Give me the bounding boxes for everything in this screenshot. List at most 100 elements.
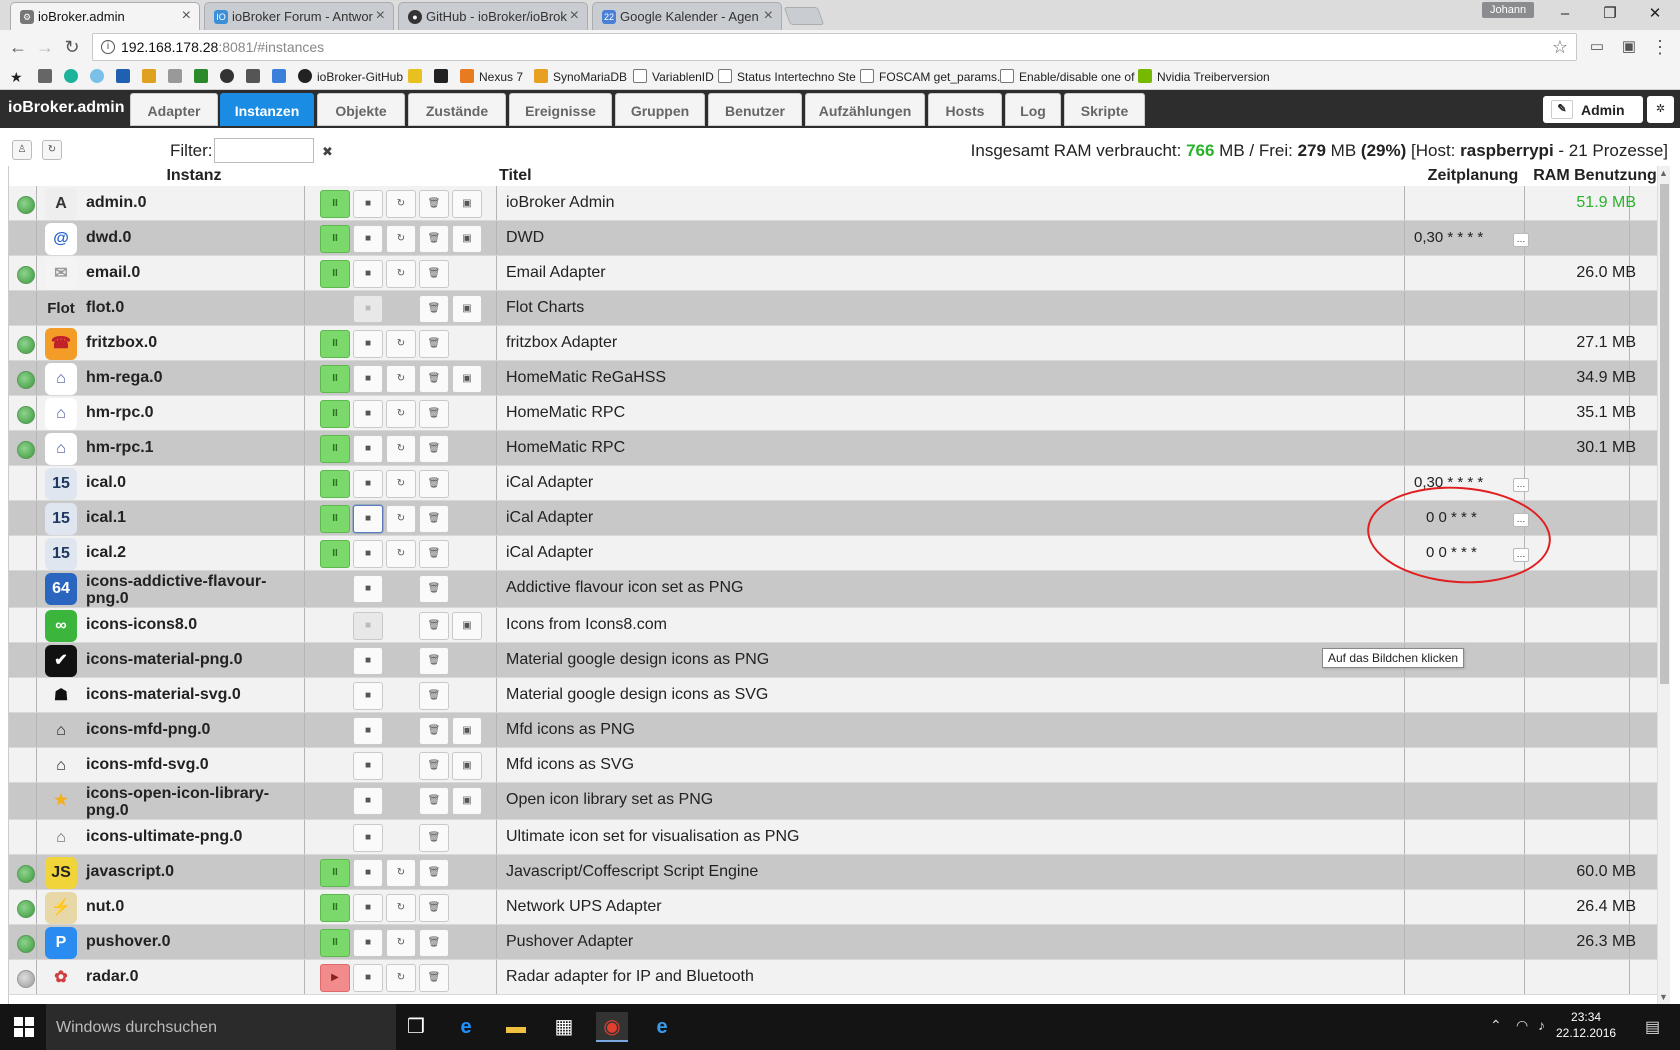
house-icon[interactable]: ⌂ — [45, 750, 77, 782]
tab-aufzaehlungen[interactable]: Aufzählungen — [805, 93, 925, 126]
settings-button[interactable]: ■ — [353, 225, 383, 253]
volume-icon[interactable]: ♪ — [1538, 1017, 1545, 1033]
image-button[interactable]: ▣ — [452, 752, 482, 780]
minimize-icon[interactable]: – — [1550, 3, 1580, 25]
pause-button[interactable]: II — [320, 435, 350, 463]
bookmark-icon[interactable] — [168, 69, 182, 83]
close-tab-icon[interactable]: × — [182, 7, 191, 25]
info-icon[interactable]: i — [101, 40, 115, 54]
edge-icon[interactable]: e — [450, 1012, 482, 1042]
browser-tab-github[interactable]: ● GitHub - ioBroker/ioBrok × — [398, 2, 588, 30]
column-header-schedule[interactable]: Zeitplanung — [1411, 167, 1535, 185]
clear-filter-icon[interactable]: ✖ — [322, 144, 333, 160]
bookmark-foscam[interactable]: FOSCAM get_params. — [860, 69, 1000, 84]
imdb-icon[interactable] — [408, 69, 422, 83]
pause-button[interactable]: II — [320, 225, 350, 253]
delete-button[interactable]: 🗑 — [419, 717, 449, 745]
column-header-instance[interactable]: Instanz — [9, 167, 379, 185]
table-row[interactable]: JS javascript.0 II ■ ↻ 🗑 Javascript/Coffescrip… — [9, 855, 1657, 890]
forward-icon[interactable]: → — [33, 35, 57, 59]
column-header-title[interactable]: Titel — [499, 167, 532, 185]
restart-button[interactable]: ↻ — [386, 964, 416, 992]
delete-button[interactable]: 🗑 — [419, 365, 449, 393]
pushover-icon[interactable]: P — [45, 927, 77, 959]
restore-icon[interactable]: ❐ — [1595, 3, 1625, 25]
restart-button[interactable]: ↻ — [386, 330, 416, 358]
restart-button[interactable]: ↻ — [386, 260, 416, 288]
pause-button[interactable]: II — [320, 505, 350, 533]
delete-button[interactable]: 🗑 — [419, 612, 449, 640]
calendar-icon[interactable]: 15 — [45, 538, 77, 570]
pause-button[interactable]: II — [320, 400, 350, 428]
browser-tab-iobroker-admin[interactable]: ⚙ ioBroker.admin × — [10, 2, 200, 30]
edit-schedule-button[interactable]: … — [1513, 233, 1529, 247]
browser-tab-forum[interactable]: IO ioBroker Forum - Antwor × — [204, 2, 394, 30]
bookmark-status-intertechno[interactable]: Status Intertechno Ste — [718, 69, 856, 84]
delete-button[interactable]: 🗑 — [419, 540, 449, 568]
settings-button[interactable]: ■ — [353, 752, 383, 780]
image-button[interactable]: ▣ — [452, 787, 482, 815]
settings-button-disabled[interactable]: ■ — [353, 612, 383, 640]
bookmark-icon[interactable] — [246, 69, 260, 83]
settings-button[interactable]: ■ — [353, 682, 383, 710]
address-bar[interactable]: i 192.168.178.28:8081/#instances ☆ — [92, 33, 1577, 61]
bookmark-icon[interactable] — [116, 69, 130, 83]
image-button[interactable]: ▣ — [452, 190, 482, 218]
close-tab-icon[interactable]: × — [376, 7, 385, 25]
table-row[interactable]: ⌂ icons-ultimate-png.0 ■ 🗑 Ultimate icon set… — [9, 820, 1657, 855]
settings-button[interactable]: ■ — [353, 647, 383, 675]
delete-button[interactable]: 🗑 — [419, 295, 449, 323]
calendar-icon[interactable]: 15 — [45, 468, 77, 500]
table-row[interactable]: 64 icons-addictive-flavour-png.0 ■ 🗑 Addicti… — [9, 571, 1657, 608]
restart-button[interactable]: ↻ — [386, 400, 416, 428]
table-row[interactable]: ∞ icons-icons8.0 ■ 🗑 ▣ Icons from Icons8.com — [9, 608, 1657, 643]
settings-button-disabled[interactable]: ■ — [353, 295, 383, 323]
bookmark-enable-disable[interactable]: Enable/disable one of — [1000, 69, 1134, 84]
scroll-up-icon[interactable]: ▲ — [1659, 168, 1668, 178]
bookmark-star-icon[interactable]: ☆ — [1552, 37, 1568, 58]
bookmark-icon[interactable] — [90, 69, 104, 83]
house-icon[interactable]: ⌂ — [45, 715, 77, 747]
tab-log[interactable]: Log — [1005, 93, 1061, 126]
settings-button[interactable]: ■ — [353, 964, 383, 992]
homematic-icon[interactable]: ⌂ — [45, 433, 77, 465]
delete-button[interactable]: 🗑 — [419, 859, 449, 887]
shield-icon[interactable]: 64 — [45, 573, 77, 605]
delete-button[interactable]: 🗑 — [419, 752, 449, 780]
delete-button[interactable]: 🗑 — [419, 190, 449, 218]
table-row[interactable]: ⌂ hm-rega.0 II ■ ↻ 🗑 ▣ HomeMatic ReGaHSS 34.9 MB — [9, 361, 1657, 396]
refresh-icon[interactable]: ↻ — [42, 140, 62, 160]
pause-button[interactable]: II — [320, 365, 350, 393]
admin-user-button[interactable]: ✎ Admin — [1543, 96, 1643, 123]
bookmark-synomariadb[interactable]: SynoMariaDB — [534, 69, 627, 84]
restart-button[interactable]: ↻ — [386, 929, 416, 957]
reload-icon[interactable]: ↻ — [60, 35, 84, 59]
back-icon[interactable]: ← — [6, 35, 30, 59]
pause-button[interactable]: II — [320, 260, 350, 288]
pause-button[interactable]: II — [320, 894, 350, 922]
pause-button[interactable]: II — [320, 540, 350, 568]
settings-button[interactable]: ■ — [353, 859, 383, 887]
settings-button[interactable]: ■ — [353, 575, 383, 603]
scroll-down-icon[interactable]: ▼ — [1659, 992, 1668, 1002]
settings-gear-button[interactable]: ✲ — [1647, 96, 1674, 123]
extension-icon[interactable]: ▣ — [1617, 35, 1641, 59]
settings-button[interactable]: ■ — [353, 330, 383, 358]
pause-button[interactable]: II — [320, 190, 350, 218]
delete-button[interactable]: 🗑 — [419, 330, 449, 358]
calendar-icon[interactable]: 15 — [45, 503, 77, 535]
delete-button[interactable]: 🗑 — [419, 260, 449, 288]
close-tab-icon[interactable]: × — [570, 7, 579, 25]
bookmark-nvidia[interactable]: Nvidia Treiberversion — [1138, 69, 1270, 84]
weather-icon[interactable]: @ — [45, 223, 77, 255]
pause-button[interactable]: II — [320, 470, 350, 498]
bookmarks-star-icon[interactable]: ★ — [10, 69, 23, 86]
flot-icon[interactable]: Flot — [45, 293, 77, 325]
image-button[interactable]: ▣ — [452, 365, 482, 393]
table-row[interactable]: ⚡ nut.0 II ■ ↻ 🗑 Network UPS Adapter 26.4 MB — [9, 890, 1657, 925]
image-button[interactable]: ▣ — [452, 612, 482, 640]
settings-button[interactable]: ■ — [353, 929, 383, 957]
restart-button[interactable]: ↻ — [386, 190, 416, 218]
taskbar-clock[interactable]: 23:34 22.12.2016 — [1556, 1009, 1616, 1041]
scrollbar-thumb[interactable] — [1660, 184, 1669, 684]
